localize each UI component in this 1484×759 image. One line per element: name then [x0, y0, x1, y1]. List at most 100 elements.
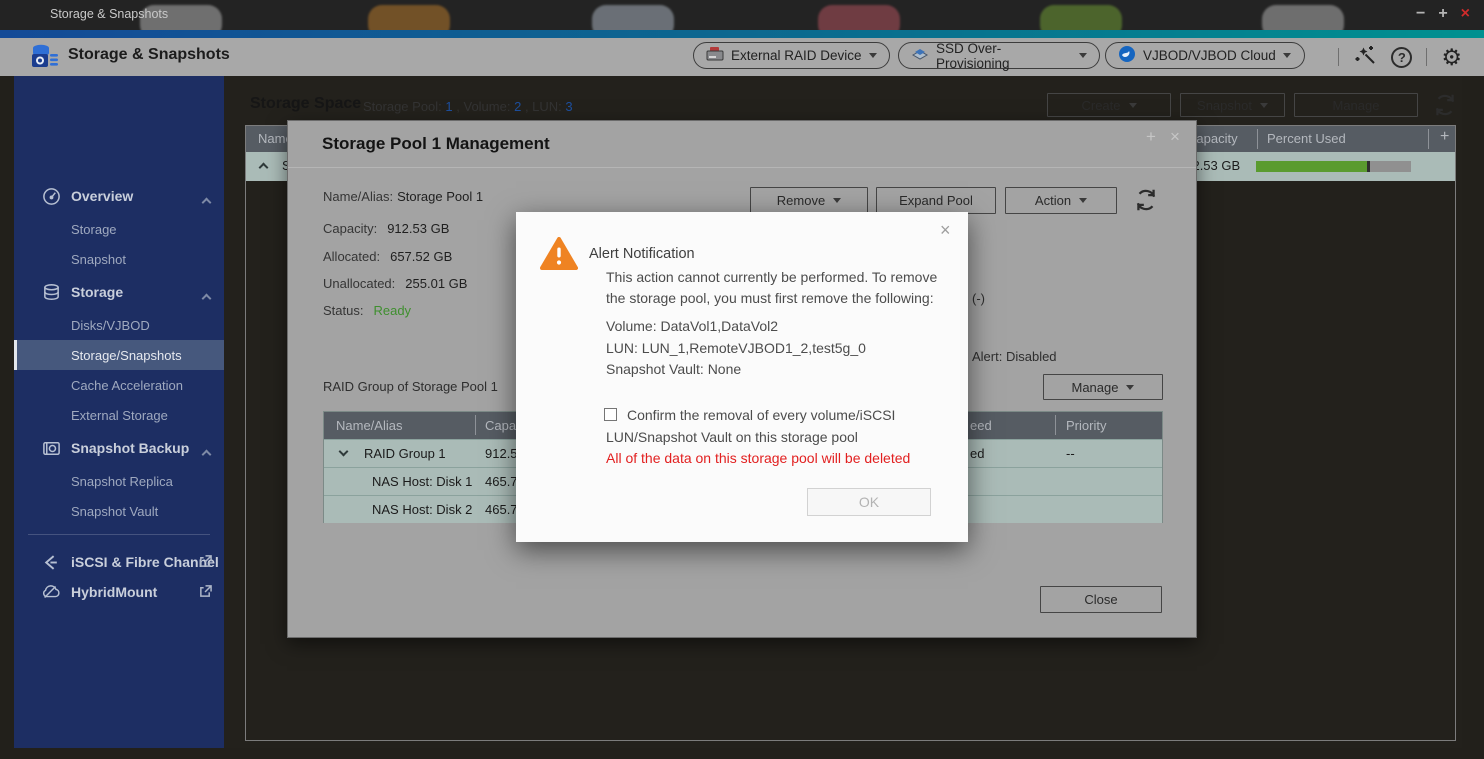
- column-percent-used[interactable]: Percent Used: [1267, 131, 1346, 146]
- divider: [1338, 48, 1339, 66]
- stat-allocated: Allocated: 657.52 GB: [323, 249, 452, 264]
- expand-chevron-icon[interactable]: [339, 447, 349, 457]
- button-label: Remove: [777, 193, 825, 208]
- refresh-icon[interactable]: [1432, 92, 1458, 123]
- expand-pool-button[interactable]: Expand Pool: [876, 187, 996, 214]
- stat-name-alias: Name/Alias:Storage Pool 1: [323, 189, 483, 204]
- stat-label: Allocated:: [323, 249, 380, 264]
- column-priority[interactable]: Priority: [1066, 418, 1106, 433]
- external-raid-device-dropdown[interactable]: External RAID Device: [693, 42, 890, 69]
- close-dialog-icon[interactable]: ×: [1170, 127, 1180, 147]
- desktop-app-icon: [1040, 5, 1122, 30]
- confirm-checkbox[interactable]: [604, 408, 617, 421]
- chevron-up-icon: [202, 450, 212, 460]
- stat-label: Capacity:: [323, 221, 377, 236]
- gauge-icon: [40, 187, 62, 206]
- remove-pool-button[interactable]: Remove: [750, 187, 868, 214]
- checkbox-label-line: LUN/Snapshot Vault on this storage pool: [606, 429, 858, 445]
- vjbod-cloud-dropdown[interactable]: VJBOD/VJBOD Cloud: [1105, 42, 1305, 69]
- summary-label: , LUN:: [525, 99, 562, 114]
- warning-icon: [540, 237, 578, 276]
- gear-icon[interactable]: ⚙: [1441, 46, 1462, 69]
- alert-item-snapshot-vault: Snapshot Vault: None: [606, 361, 741, 377]
- summary-value: 3: [565, 99, 572, 114]
- maximize-button[interactable]: +: [1438, 4, 1447, 24]
- desktop-app-icon: [818, 5, 900, 30]
- chevron-down-icon: [1126, 385, 1134, 390]
- sidebar-item-label: Snapshot: [71, 252, 126, 267]
- percent-used-marker: [1367, 161, 1370, 172]
- desktop-edge: [0, 748, 1484, 759]
- stat-value: 912.53 GB: [387, 221, 449, 236]
- stat-value: 657.52 GB: [390, 249, 452, 264]
- sidebar-item-label: Snapshot Vault: [71, 504, 158, 519]
- sidebar-item-snapshot-vault[interactable]: Snapshot Vault: [14, 496, 224, 526]
- stat-value: 255.01 GB: [405, 276, 467, 291]
- chevron-down-icon: [833, 198, 841, 203]
- arrow-left-icon: [40, 554, 62, 571]
- checkbox-label-line[interactable]: Confirm the removal of every volume/iSCS…: [627, 407, 895, 423]
- ssd-over-provisioning-dropdown[interactable]: SSD Over-Provisioning: [898, 42, 1100, 69]
- add-column-button[interactable]: +: [1440, 128, 1449, 146]
- refresh-icon[interactable]: [1133, 187, 1159, 218]
- action-button[interactable]: Action: [1005, 187, 1117, 214]
- manage-button[interactable]: Manage: [1294, 93, 1418, 117]
- sidebar-item-external-storage[interactable]: External Storage: [14, 400, 224, 430]
- sidebar-item-storage-overview[interactable]: Storage: [14, 214, 224, 244]
- dialog-header-divider: [288, 167, 1196, 168]
- raid-speed-fragment: ed: [970, 446, 984, 461]
- sidebar-link-iscsi-fibre-channel[interactable]: iSCSI & Fibre Channel: [14, 547, 224, 577]
- close-dialog-button[interactable]: Close: [1040, 586, 1162, 613]
- sidebar-section-snapshot-backup[interactable]: Snapshot Backup: [14, 433, 224, 463]
- stat-unallocated: Unallocated:255.01 GB: [323, 276, 467, 291]
- sidebar-item-disks-vjbod[interactable]: Disks/VJBOD: [14, 310, 224, 340]
- raid-manage-button[interactable]: Manage: [1043, 374, 1163, 400]
- snapshot-button[interactable]: Snapshot: [1180, 93, 1285, 117]
- column-divider: [1055, 415, 1056, 435]
- qts-desktop: Storage & Snapshots − + × Storage & Snap…: [0, 0, 1484, 759]
- sidebar-section-overview[interactable]: Overview: [14, 181, 224, 211]
- close-alert-icon[interactable]: ×: [940, 220, 951, 241]
- sidebar-item-snapshot-replica[interactable]: Snapshot Replica: [14, 466, 224, 496]
- column-divider: [1428, 129, 1429, 149]
- sidebar-item-snapshot-overview[interactable]: Snapshot: [14, 244, 224, 274]
- close-window-button[interactable]: ×: [1461, 4, 1470, 24]
- desktop-edge: [1462, 76, 1484, 759]
- sidebar-divider: [28, 534, 210, 535]
- external-link-icon: [199, 585, 212, 603]
- sidebar-link-hybridmount[interactable]: HybridMount: [14, 577, 224, 607]
- button-label: Snapshot: [1197, 98, 1252, 113]
- external-link-icon: [199, 555, 212, 573]
- magic-wand-icon[interactable]: [1353, 43, 1377, 72]
- collapse-chevron-icon[interactable]: [259, 163, 269, 173]
- sidebar-section-storage[interactable]: Storage: [14, 277, 224, 307]
- sidebar-section-label: Storage: [71, 284, 123, 300]
- alert-message-line: the storage pool, you must first remove …: [606, 290, 934, 306]
- raid-name-cell: NAS Host: Disk 2: [372, 502, 472, 517]
- sidebar-link-label: HybridMount: [71, 584, 157, 600]
- help-icon[interactable]: ?: [1391, 47, 1412, 68]
- sidebar-item-label: Storage/Snapshots: [71, 348, 182, 363]
- column-speed-fragment[interactable]: eed: [970, 418, 992, 433]
- sidebar-item-storage-snapshots[interactable]: Storage/Snapshots: [14, 340, 224, 370]
- sidebar-item-cache-acceleration[interactable]: Cache Acceleration: [14, 370, 224, 400]
- raid-drive-icon: [706, 46, 724, 65]
- column-divider: [1257, 129, 1258, 149]
- popout-icon[interactable]: +: [1146, 127, 1156, 147]
- camera-icon: [40, 439, 62, 458]
- ok-button-disabled[interactable]: OK: [807, 488, 931, 516]
- desktop-edge: [0, 76, 14, 759]
- chevron-up-icon: [202, 198, 212, 208]
- button-label: Create: [1081, 98, 1120, 113]
- chevron-down-icon: [869, 53, 877, 58]
- create-button[interactable]: Create: [1047, 93, 1171, 117]
- ssd-icon: [911, 46, 929, 65]
- alert-notification-dialog: × Alert Notification This action cannot …: [516, 212, 968, 542]
- minimize-button[interactable]: −: [1416, 4, 1425, 24]
- column-name-alias[interactable]: Name/Alias: [336, 418, 402, 433]
- vjbod-cloud-icon: [1118, 45, 1136, 66]
- button-label: Close: [1084, 592, 1117, 607]
- app-logo-icon: [30, 42, 60, 77]
- raid-priority-cell: --: [1066, 446, 1075, 461]
- raid-group-section-label: RAID Group of Storage Pool 1: [323, 379, 498, 394]
